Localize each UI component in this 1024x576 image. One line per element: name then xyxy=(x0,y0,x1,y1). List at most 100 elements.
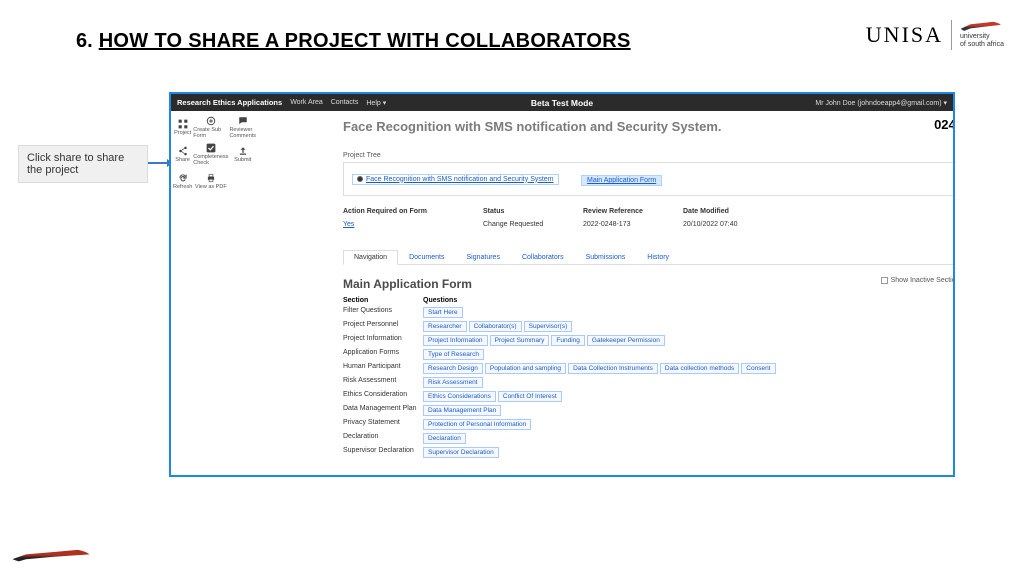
question-button[interactable]: Researcher xyxy=(423,321,467,332)
sidebar-label: Share xyxy=(175,157,190,163)
app-frame: Research Ethics Applications Work Area C… xyxy=(169,92,955,477)
section-name: Application Forms xyxy=(343,349,423,356)
tab-submissions[interactable]: Submissions xyxy=(575,250,637,265)
question-button[interactable]: Data Collection Instruments xyxy=(568,363,658,374)
section-row: Project InformationProject InformationPr… xyxy=(343,335,953,346)
section-row: Filter QuestionsStart Here xyxy=(343,307,953,318)
user-menu[interactable]: Mr John Doe (johndoeapp4@gmail.com) ▾ xyxy=(815,99,947,107)
slide-header: 6. HOW TO SHARE A PROJECT WITH COLLABORA… xyxy=(76,30,631,53)
section-questions: Risk Assessment xyxy=(423,377,953,388)
section-name: Risk Assessment xyxy=(343,377,423,384)
nav-workarea[interactable]: Work Area xyxy=(290,99,323,106)
tree-root-link[interactable]: Face Recognition with SMS notification a… xyxy=(366,176,554,183)
app-body: Project Create Sub Form Reviewer Comment… xyxy=(171,111,953,475)
action-table-row: Yes Change Requested 2022-0248-173 20/10… xyxy=(343,221,953,234)
section-questions: Declaration xyxy=(423,433,953,444)
check-icon xyxy=(205,142,216,153)
question-button[interactable]: Population and sampling xyxy=(485,363,566,374)
ref-value: 2022-0248-173 xyxy=(583,221,683,228)
sidebar-item-create-sub-form[interactable]: Create Sub Form xyxy=(193,114,228,140)
show-inactive-toggle[interactable]: Show Inactive Sections xyxy=(881,277,953,284)
callout-box: Click share to share the project xyxy=(18,145,148,183)
date-value: 20/10/2022 07:40 xyxy=(683,221,953,228)
section-row: Supervisor DeclarationSupervisor Declara… xyxy=(343,447,953,458)
brand-divider xyxy=(951,20,952,50)
section-row: Ethics ConsiderationEthics Consideration… xyxy=(343,391,953,402)
question-button[interactable]: Type of Research xyxy=(423,349,484,360)
question-button[interactable]: Declaration xyxy=(423,433,466,444)
section-row: Data Management PlanData Management Plan xyxy=(343,405,953,416)
question-button[interactable]: Data collection methods xyxy=(660,363,739,374)
section-questions: Type of Research xyxy=(423,349,953,360)
tab-collaborators[interactable]: Collaborators xyxy=(511,250,575,265)
sidebar-label: Completeness Check xyxy=(193,154,228,166)
sections-header: SectionQuestions xyxy=(343,297,953,304)
question-button[interactable]: Collaborator(s) xyxy=(469,321,522,332)
inactive-label: Show Inactive Sections xyxy=(891,277,953,284)
sidebar-item-share[interactable]: Share xyxy=(173,141,192,167)
tab-navigation[interactable]: Navigation xyxy=(343,250,398,265)
question-button[interactable]: Gatekeeper Permission xyxy=(587,335,665,346)
project-title: Face Recognition with SMS notification a… xyxy=(343,119,953,134)
section-name: Project Personnel xyxy=(343,321,423,328)
section-row: Risk AssessmentRisk Assessment xyxy=(343,377,953,388)
section-row: Application FormsType of Research xyxy=(343,349,953,360)
section-row: Privacy StatementProtection of Personal … xyxy=(343,419,953,430)
question-button[interactable]: Start Here xyxy=(423,307,463,318)
section-questions: Project InformationProject SummaryFundin… xyxy=(423,335,953,346)
question-button[interactable]: Protection of Personal Information xyxy=(423,419,531,430)
question-button[interactable]: Supervisor(s) xyxy=(524,321,573,332)
brand-subtext: university of south africa xyxy=(960,21,1004,50)
section-questions: Supervisor Declaration xyxy=(423,447,953,458)
section-name: Data Management Plan xyxy=(343,405,423,412)
refresh-icon xyxy=(177,172,188,183)
question-button[interactable]: Conflict Of Interest xyxy=(498,391,562,402)
slide-title: HOW TO SHARE A PROJECT WITH COLLABORATOR… xyxy=(99,30,631,53)
th-ref: Review Reference xyxy=(583,208,683,215)
question-button[interactable]: Project Summary xyxy=(490,335,550,346)
question-button[interactable]: Supervisor Declaration xyxy=(423,447,499,458)
bullet-icon xyxy=(357,176,363,182)
project-tree: Face Recognition with SMS notification a… xyxy=(343,162,953,196)
sidebar-label: Refresh xyxy=(173,184,192,190)
tree-child[interactable]: Main Application Form xyxy=(581,175,662,186)
tab-history[interactable]: History xyxy=(636,250,680,265)
sidebar-item-refresh[interactable]: Refresh xyxy=(173,168,192,194)
question-button[interactable]: Project Information xyxy=(423,335,488,346)
topbar-brand[interactable]: Research Ethics Applications xyxy=(177,98,282,107)
question-button[interactable]: Funding xyxy=(551,335,585,346)
tree-child-link[interactable]: Main Application Form xyxy=(587,177,656,184)
question-button[interactable]: Data Management Plan xyxy=(423,405,501,416)
sidebar-item-view-as-pdf[interactable]: View as PDF xyxy=(193,168,228,194)
th-date: Date Modified xyxy=(683,208,953,215)
tab-signatures[interactable]: Signatures xyxy=(455,250,510,265)
sidebar-item-project[interactable]: Project xyxy=(173,114,192,140)
project-id: 0248 xyxy=(934,117,953,132)
sidebar-label: Create Sub Form xyxy=(193,127,228,139)
nav-help[interactable]: Help ▾ xyxy=(366,99,386,107)
plus-circle-icon xyxy=(205,115,216,126)
topbar-left: Research Ethics Applications Work Area C… xyxy=(177,98,386,107)
tree-root[interactable]: Face Recognition with SMS notification a… xyxy=(352,174,559,185)
print-icon xyxy=(205,172,216,183)
beta-label: Beta Test Mode xyxy=(531,98,593,108)
nav-contacts[interactable]: Contacts xyxy=(331,99,359,106)
brand-sub1: university xyxy=(960,33,1004,41)
section-questions: ResearcherCollaborator(s)Supervisor(s) xyxy=(423,321,953,332)
tabs: Navigation Documents Signatures Collabor… xyxy=(343,250,953,265)
section-name: Ethics Consideration xyxy=(343,391,423,398)
tree-label: Project Tree xyxy=(343,152,953,159)
checkbox-icon[interactable] xyxy=(881,277,888,284)
section-questions: Research DesignPopulation and samplingDa… xyxy=(423,363,953,374)
brand-logo-text: UNISA xyxy=(866,22,943,48)
question-button[interactable]: Ethics Considerations xyxy=(423,391,496,402)
question-button[interactable]: Research Design xyxy=(423,363,483,374)
sidebar-label: Project xyxy=(174,130,191,136)
tab-documents[interactable]: Documents xyxy=(398,250,455,265)
action-link[interactable]: Yes xyxy=(343,221,354,228)
share-icon xyxy=(177,145,188,156)
sections-list: Filter QuestionsStart Here Project Person… xyxy=(343,307,953,458)
sidebar-item-completeness-check[interactable]: Completeness Check xyxy=(193,141,228,167)
question-button[interactable]: Consent xyxy=(741,363,775,374)
question-button[interactable]: Risk Assessment xyxy=(423,377,483,388)
